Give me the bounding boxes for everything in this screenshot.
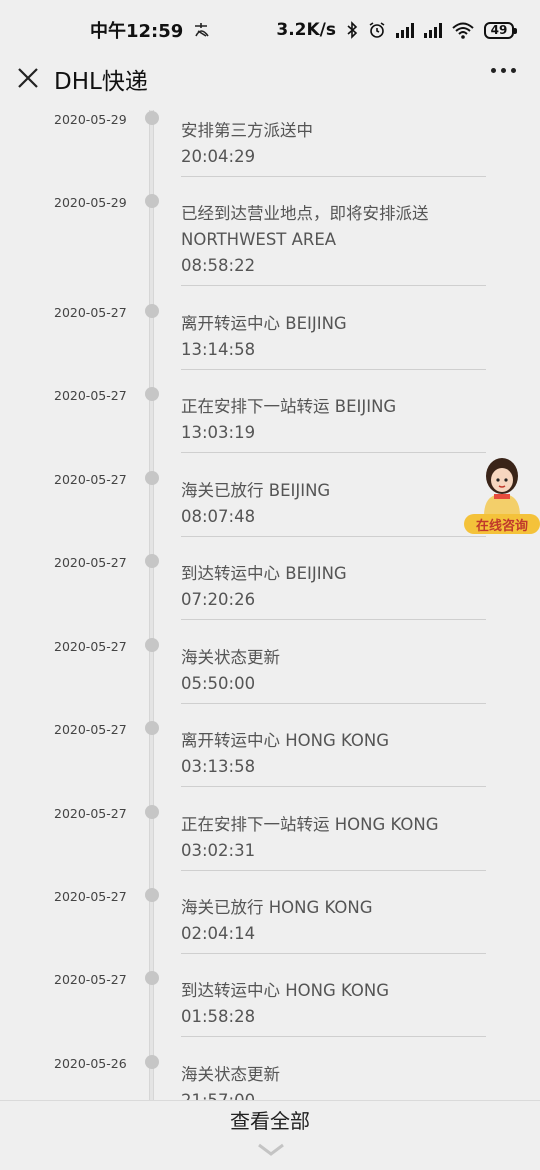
entry-date: 2020-05-27 — [54, 972, 127, 987]
entry-status: 安排第三方派送中 — [181, 121, 313, 140]
entry-date: 2020-05-29 — [54, 195, 127, 210]
entry-time: 08:07:48 — [181, 507, 256, 526]
signal-icon-2 — [424, 22, 442, 38]
more-options-icon[interactable] — [491, 68, 516, 73]
entry-date: 2020-05-27 — [54, 639, 127, 654]
agent-avatar-icon — [484, 458, 520, 516]
chevron-down-icon[interactable] — [257, 1143, 285, 1157]
entry-status: 离开转运中心 HONG KONG — [181, 731, 390, 750]
entry-status: 海关已放行 HONG KONG — [181, 898, 373, 917]
entry-time: 07:20:26 — [181, 590, 256, 609]
bottom-bar: 查看全部 — [0, 1100, 540, 1170]
entry-date: 2020-05-27 — [54, 806, 127, 821]
entry-date: 2020-05-27 — [54, 722, 127, 737]
entry-date: 2020-05-29 — [54, 112, 127, 127]
entry-date: 2020-05-27 — [54, 889, 127, 904]
entry-time: 08:58:22 — [181, 256, 256, 275]
timeline-dot — [145, 805, 159, 819]
signal-icon-1 — [396, 22, 414, 38]
entry-status: 离开转运中心 BEIJING — [181, 314, 347, 333]
entry-details: 正在安排下一站转运 BEIJING 13:03:19 — [181, 394, 486, 453]
entry-details: 安排第三方派送中 20:04:29 — [181, 118, 486, 177]
entry-status: 已经到达营业地点，即将安排派送 — [181, 204, 429, 223]
timeline-dot — [145, 554, 159, 568]
entry-details: 离开转运中心 HONG KONG 03:13:58 — [181, 728, 486, 787]
status-bar: 中午12:59 3.2K/s 49 — [0, 0, 540, 60]
tracking-timeline[interactable]: 2020-05-29 安排第三方派送中 20:04:29 2020-05-29 已经到达… — [0, 100, 540, 1100]
online-consult-label: 在线咨询 — [464, 514, 540, 534]
entry-date: 2020-05-26 — [54, 1056, 127, 1071]
entry-status: NORTHWEST AREA — [181, 230, 337, 249]
status-time: 中午12:59 — [90, 21, 184, 42]
entry-time: 03:02:31 — [181, 841, 256, 860]
entry-details: 到达转运中心 BEIJING 07:20:26 — [181, 561, 486, 620]
nav-bar: DHL快递 — [0, 60, 540, 100]
status-right: 3.2K/s 49 — [276, 20, 517, 40]
app-notification-icon — [195, 23, 209, 37]
entry-status: 到达转运中心 BEIJING — [181, 564, 347, 583]
entry-details: 到达转运中心 HONG KONG 01:58:28 — [181, 978, 486, 1037]
entry-status: 正在安排下一站转运 HONG KONG — [181, 815, 439, 834]
entry-status: 到达转运中心 HONG KONG — [181, 981, 390, 1000]
battery-icon: 49 — [484, 21, 517, 39]
bluetooth-icon — [347, 21, 358, 39]
entry-status: 海关状态更新 — [181, 648, 280, 667]
timeline-dot — [145, 304, 159, 318]
timeline-dot — [145, 1055, 159, 1069]
online-consult-widget[interactable]: 在线咨询 — [464, 454, 540, 534]
view-all-button[interactable]: 查看全部 — [0, 1105, 540, 1134]
entry-date: 2020-05-27 — [54, 388, 127, 403]
entry-date: 2020-05-27 — [54, 305, 127, 320]
entry-time: 03:13:58 — [181, 757, 256, 776]
entry-status: 正在安排下一站转运 BEIJING — [181, 397, 397, 416]
entry-status: 海关已放行 BEIJING — [181, 481, 331, 500]
entry-time: 20:04:29 — [181, 147, 256, 166]
entry-date: 2020-05-27 — [54, 472, 127, 487]
entry-time: 01:58:28 — [181, 1007, 256, 1026]
timeline-dot — [145, 638, 159, 652]
timeline-dot — [145, 971, 159, 985]
timeline-dot — [145, 471, 159, 485]
wifi-icon — [452, 22, 474, 39]
entry-status: 海关状态更新 — [181, 1065, 280, 1084]
entry-date: 2020-05-27 — [54, 555, 127, 570]
timeline-dot — [145, 387, 159, 401]
entry-time: 13:03:19 — [181, 423, 256, 442]
close-icon[interactable] — [14, 64, 42, 92]
entry-time: 02:04:14 — [181, 924, 256, 943]
entry-details: 离开转运中心 BEIJING 13:14:58 — [181, 311, 486, 370]
status-left: 中午12:59 — [90, 17, 211, 43]
entry-details: 海关已放行 HONG KONG 02:04:14 — [181, 895, 486, 954]
entry-details: 已经到达营业地点，即将安排派送 NORTHWEST AREA 08:58:22 — [181, 201, 486, 286]
entry-details: 海关状态更新 21:57:00 — [181, 1062, 486, 1100]
entry-time: 05:50:00 — [181, 674, 256, 693]
entry-details: 海关状态更新 05:50:00 — [181, 645, 486, 704]
timeline-dot — [145, 721, 159, 735]
entry-details: 正在安排下一站转运 HONG KONG 03:02:31 — [181, 812, 486, 871]
timeline-track — [149, 110, 154, 1100]
timeline-dot — [145, 111, 159, 125]
timeline-dot — [145, 194, 159, 208]
entry-time: 13:14:58 — [181, 340, 256, 359]
timeline-dot — [145, 888, 159, 902]
alarm-icon — [369, 22, 385, 38]
entry-time: 21:57:00 — [181, 1088, 486, 1100]
entry-details: 海关已放行 BEIJING 08:07:48 — [181, 478, 486, 537]
network-speed: 3.2K/s — [276, 20, 336, 40]
page-title: DHL快递 — [54, 69, 148, 95]
